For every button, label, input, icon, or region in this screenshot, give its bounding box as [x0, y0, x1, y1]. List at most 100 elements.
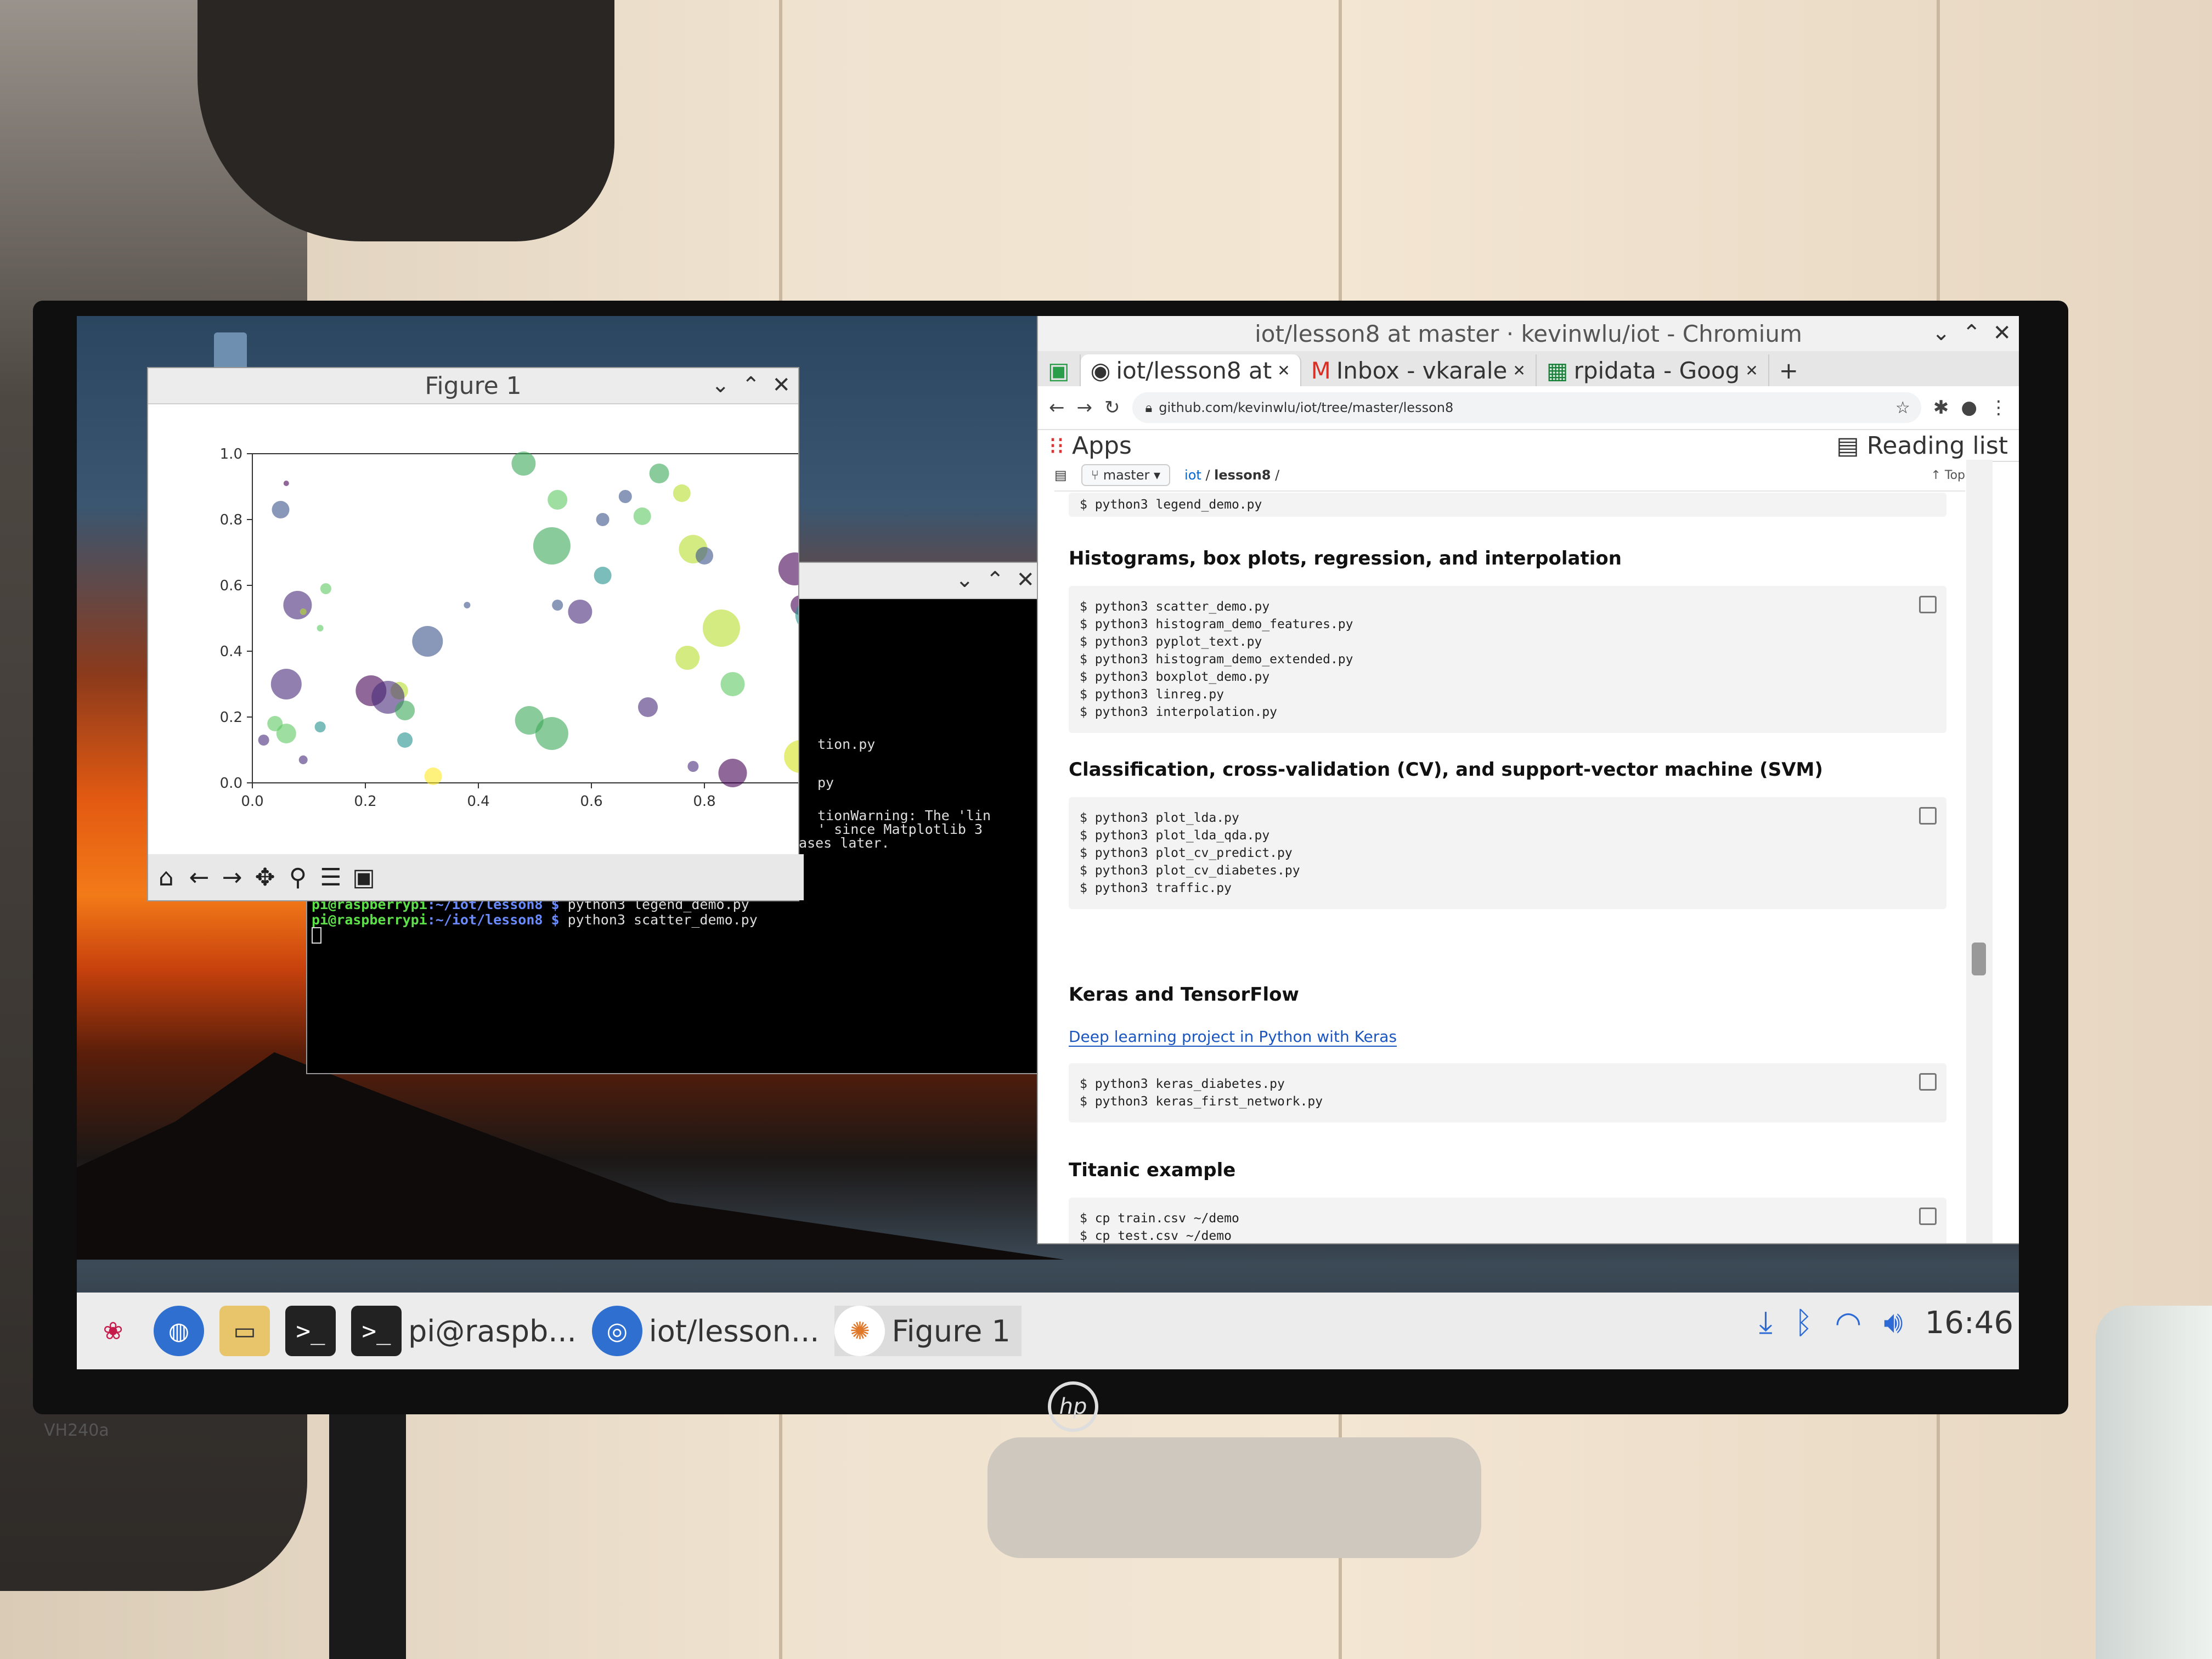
taskbar-terminal[interactable]: >_ pi@raspb...	[351, 1306, 577, 1356]
scatter-point	[283, 481, 289, 486]
close-icon[interactable]: ✕	[1993, 320, 2011, 346]
code-block[interactable]: $ cp train.csv ~/demo $ cp test.csv ~/dem…	[1069, 1198, 1946, 1243]
section-link[interactable]: Deep learning project in Python with Ker…	[1069, 1028, 1397, 1047]
code-line: $ python3 histogram_demo_features.py	[1080, 617, 1353, 631]
tab-strip: ▣ ◉ iot/lesson8 at ✕ M Inbox - vkarale ✕…	[1038, 351, 2019, 386]
command-text: python3 scatter_demo.py	[559, 912, 758, 928]
glove	[198, 0, 614, 241]
minimize-icon[interactable]: ⌄	[711, 373, 730, 398]
configure-icon[interactable]: ☰	[318, 864, 343, 891]
branch-select[interactable]: ⑂ master ▾	[1081, 464, 1171, 486]
zoom-icon[interactable]: ⚲	[285, 864, 311, 891]
star-icon[interactable]: ☆	[1895, 398, 1910, 417]
raspberry-menu-icon[interactable]: ❀	[88, 1306, 138, 1356]
maximize-icon[interactable]: ⌃	[742, 373, 760, 398]
x-tick-label: 0.2	[354, 793, 376, 810]
terminal-line: pi@raspberrypi:~/iot/lesson8 $ python3 s…	[312, 912, 758, 928]
chromium-window[interactable]: iot/lesson8 at master · kevinwlu/iot - C…	[1038, 316, 2019, 1243]
trash-icon[interactable]	[214, 332, 247, 371]
scatter-point	[272, 501, 290, 518]
chromium-titlebar[interactable]: iot/lesson8 at master · kevinwlu/iot - C…	[1038, 316, 2019, 351]
close-icon[interactable]: ✕	[1016, 567, 1035, 592]
terminal-icon: >_	[351, 1306, 402, 1356]
web-browser-icon[interactable]: ◍	[154, 1306, 204, 1356]
minimize-icon[interactable]: ⌄	[1932, 320, 1950, 346]
bluetooth-icon[interactable]: ᛒ	[1795, 1305, 1813, 1341]
save-icon[interactable]: ▣	[351, 864, 376, 891]
reload-icon[interactable]: ↻	[1104, 397, 1120, 419]
minimize-icon[interactable]: ⌄	[955, 567, 974, 592]
file-manager-icon[interactable]: ▭	[219, 1306, 270, 1356]
maximize-icon[interactable]: ⌃	[1962, 320, 1981, 346]
clock[interactable]: 16:46	[1925, 1305, 2013, 1341]
copy-icon[interactable]	[1919, 807, 1937, 825]
forward-icon[interactable]: →	[1077, 397, 1093, 419]
scatter-point	[511, 452, 536, 476]
pan-icon[interactable]: ✥	[252, 864, 278, 891]
top-button[interactable]: ↑ Top	[1931, 469, 1965, 482]
back-icon[interactable]: ←	[1049, 397, 1065, 419]
tab-close-icon[interactable]: ✕	[1513, 362, 1525, 380]
taskbar-chromium[interactable]: ◎ iot/lesson...	[591, 1306, 819, 1356]
tab-gmail[interactable]: M Inbox - vkarale ✕	[1301, 354, 1537, 386]
copy-icon[interactable]	[1919, 1073, 1937, 1091]
home-icon[interactable]: ⌂	[154, 864, 179, 891]
code-block[interactable]: $ python3 legend_demo.py	[1069, 493, 1946, 517]
copy-icon[interactable]	[1919, 1207, 1937, 1225]
prompt-path: :~/iot/lesson8 $	[427, 912, 560, 928]
top-label: Top	[1944, 468, 1965, 482]
profile-icon[interactable]: ●	[1961, 397, 1977, 419]
tab-close-icon[interactable]: ✕	[1277, 362, 1290, 380]
code-line: $ python3 pyplot_text.py	[1080, 635, 1262, 649]
scatter-point	[649, 464, 669, 483]
taskbar-figure[interactable]: ✺ Figure 1	[834, 1306, 1022, 1356]
figure-window[interactable]: Figure 1 ⌄ ⌃ ✕ 0.0 0.2 0.4 0.6 0.8 1.0 0.0 0.2 0…	[148, 368, 829, 900]
maximize-icon[interactable]: ⌃	[986, 567, 1005, 592]
extensions-icon[interactable]: ✱	[1933, 397, 1949, 419]
crumb-repo-link[interactable]: iot	[1184, 467, 1201, 483]
scatter-point	[784, 740, 817, 773]
new-tab-button[interactable]: +	[1769, 354, 1808, 386]
scatter-point	[675, 646, 700, 670]
download-icon[interactable]: ⤓	[1759, 1305, 1773, 1341]
back-icon[interactable]: ←	[187, 864, 212, 891]
chromium-icon: ◎	[591, 1306, 642, 1356]
scatter-point	[568, 600, 592, 624]
plus-icon: +	[1779, 357, 1798, 384]
code-line: $ python3 linreg.py	[1080, 687, 1224, 702]
reading-list-icon: ▤	[1836, 431, 1859, 460]
tab-label: Inbox - vkarale	[1336, 357, 1508, 384]
reading-list-label: Reading list	[1866, 431, 2008, 460]
scrollbar-thumb[interactable]	[1972, 943, 1986, 975]
y-tick-label: 0.8	[220, 512, 242, 528]
reading-list-button[interactable]: ▤ Reading list	[1836, 432, 2008, 460]
taskbar: ❀ ◍ ▭ >_ >_ pi@raspb... ◎ iot/lesson... …	[77, 1293, 2019, 1369]
apps-label: Apps	[1071, 431, 1132, 460]
copy-icon[interactable]	[1919, 596, 1937, 613]
code-block[interactable]: $ python3 plot_lda.py $ python3 plot_lda_…	[1069, 797, 1946, 909]
scrollbar[interactable]	[1966, 460, 1993, 1243]
menu-icon[interactable]: ⋮	[1989, 397, 2008, 419]
url-field[interactable]: 🔒︎ github.com/kevinwlu/iot/tree/master/l…	[1132, 392, 1921, 423]
forward-icon[interactable]: →	[219, 864, 245, 891]
page-content[interactable]: ▤ ⑂ master ▾ iot / lesson8 / ↑ Top $ pyt…	[1038, 460, 1993, 1243]
code-block[interactable]: $ python3 keras_diabetes.py $ python3 ker…	[1069, 1063, 1946, 1122]
scatter-chart: 0.00.20.40.60.81.00.00.20.40.60.81.0	[220, 446, 829, 810]
close-icon[interactable]: ✕	[772, 373, 791, 398]
volume-icon[interactable]: 🔊︎	[1883, 1305, 1903, 1341]
code-line: $ python3 plot_cv_predict.py	[1080, 846, 1293, 860]
code-block[interactable]: $ python3 scatter_demo.py $ python3 histo…	[1069, 586, 1946, 733]
apps-bookmark[interactable]: ⁝⁝ Apps	[1049, 432, 1132, 460]
figure-titlebar[interactable]: Figure 1 ⌄ ⌃ ✕	[148, 368, 798, 404]
tab-github[interactable]: ◉ iot/lesson8 at ✕	[1080, 354, 1301, 386]
file-tree-icon[interactable]: ▤	[1054, 467, 1067, 483]
terminal-launcher-icon[interactable]: >_	[285, 1306, 336, 1356]
terminal-line: tion.py	[817, 736, 876, 752]
tab-close-icon[interactable]: ✕	[1745, 362, 1758, 380]
tab-extension[interactable]: ▣	[1038, 354, 1081, 386]
wifi-icon[interactable]: ◠	[1835, 1305, 1861, 1341]
scatter-point	[594, 567, 612, 584]
y-tick-label: 0.0	[220, 775, 242, 792]
scatter-point	[778, 552, 811, 585]
tab-sheets[interactable]: ▦ rpidata - Goog ✕	[1537, 354, 1769, 386]
